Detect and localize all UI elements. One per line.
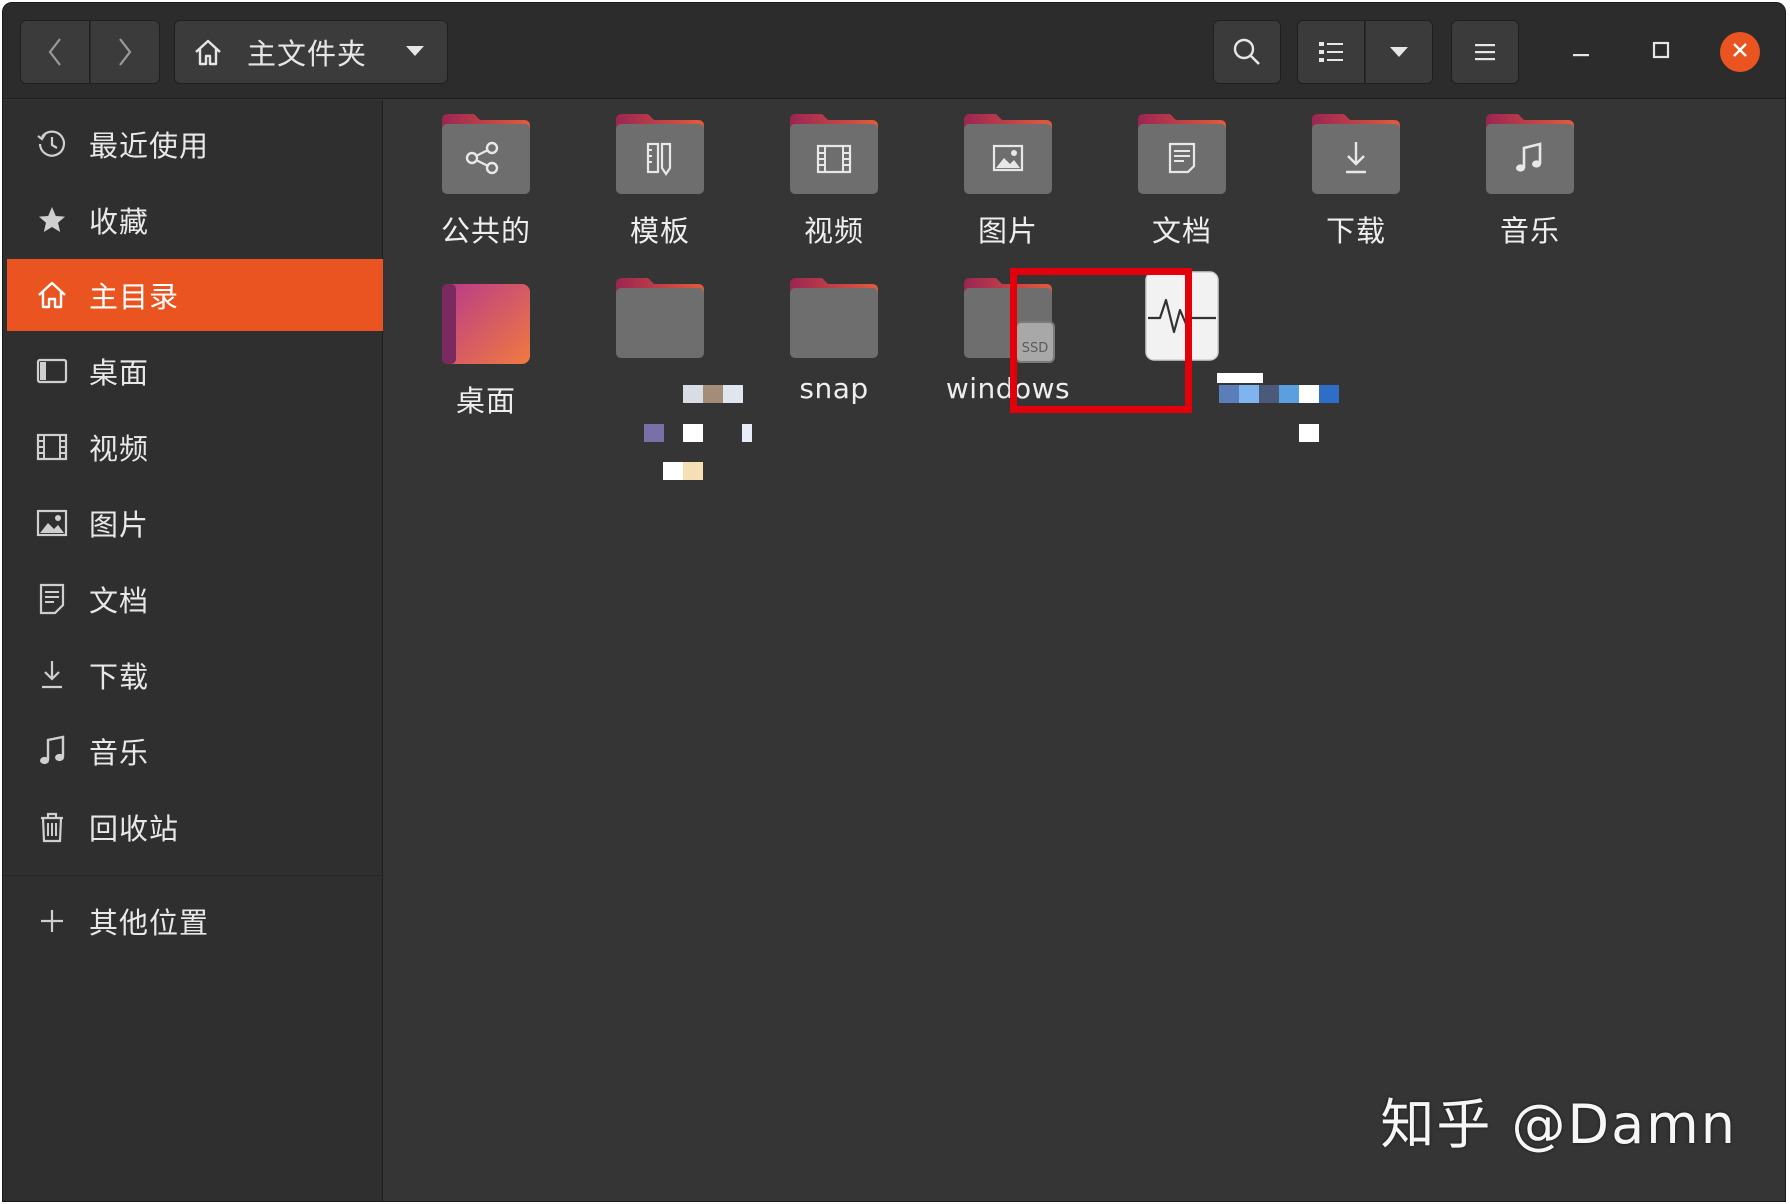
folder-pictures[interactable]: 图片 — [913, 106, 1103, 250]
sidebar-divider — [3, 875, 382, 876]
view-options-button[interactable] — [1365, 20, 1433, 84]
sidebar-item-label: 主目录 — [89, 280, 180, 314]
back-button[interactable] — [20, 20, 90, 84]
search-button[interactable] — [1213, 20, 1281, 84]
search-icon — [1232, 37, 1262, 67]
sidebar-item-label: 音乐 — [89, 736, 150, 770]
maximize-icon — [1651, 40, 1671, 64]
sidebar-item-label: 回收站 — [89, 812, 180, 846]
file-name: 模板 — [629, 214, 690, 248]
close-icon — [1731, 41, 1749, 63]
folder-music[interactable]: 音乐 — [1435, 106, 1625, 250]
plus-icon — [35, 904, 69, 938]
file-name: 文档 — [1151, 214, 1212, 248]
file-name: 桌面 — [455, 384, 516, 418]
list-view-button[interactable] — [1297, 20, 1365, 84]
file-name: 下载 — [1325, 214, 1386, 248]
sidebar-item-label: 下载 — [89, 660, 150, 694]
download-icon — [35, 658, 69, 692]
chevron-right-icon — [116, 37, 134, 67]
sidebar-item-label: 文档 — [89, 584, 150, 618]
hamburger-menu-icon — [1473, 41, 1497, 63]
sidebar-item-label: 最近使用 — [89, 129, 210, 163]
sidebar-item-recent[interactable]: 最近使用 — [7, 108, 383, 180]
sidebar-item-downloads[interactable]: 下载 — [7, 639, 383, 711]
minimize-icon — [1571, 40, 1591, 64]
file-name: 图片 — [977, 214, 1038, 248]
folder-icon — [786, 270, 882, 366]
download-folder-icon — [1308, 106, 1404, 202]
list-view-icon — [1318, 40, 1344, 64]
folder-snap[interactable]: snap — [739, 270, 929, 405]
main-menu-button[interactable] — [1451, 20, 1519, 84]
minimize-button[interactable] — [1561, 32, 1601, 72]
sidebar-item-label: 其他位置 — [89, 906, 210, 940]
highlight-box — [1010, 268, 1192, 413]
music-folder-icon — [1482, 106, 1578, 202]
path-bar-button[interactable]: 主文件夹 — [174, 20, 448, 84]
video-folder-icon — [786, 106, 882, 202]
document-folder-icon — [1134, 106, 1230, 202]
folder-unnamed[interactable] — [565, 270, 755, 372]
picture-icon — [35, 506, 69, 540]
watermark-text: 知乎 @Damn — [1380, 1093, 1737, 1156]
forward-button[interactable] — [90, 20, 160, 84]
sidebar-item-label: 收藏 — [89, 205, 150, 239]
file-name: snap — [799, 372, 869, 405]
sidebar-item-music[interactable]: 音乐 — [7, 715, 383, 787]
file-name: 音乐 — [1499, 214, 1560, 248]
trash-icon — [35, 810, 69, 844]
sidebar-item-home[interactable]: 主目录 — [7, 259, 383, 331]
document-icon — [35, 582, 69, 616]
desktop-folder-icon — [438, 276, 534, 372]
sidebar-item-pictures[interactable]: 图片 — [7, 487, 383, 559]
current-folder-label: 主文件夹 — [247, 37, 368, 71]
caret-down-icon — [405, 44, 425, 58]
sidebar-item-label: 图片 — [89, 508, 150, 542]
folder-downloads[interactable]: 下载 — [1261, 106, 1451, 250]
places-sidebar: 最近使用 收藏 主目录 桌面 视频 图片 文档 下载 音乐 回收站 其他位置 — [3, 100, 383, 1201]
file-name: 视频 — [803, 214, 864, 248]
folder-videos[interactable]: 视频 — [739, 106, 929, 250]
film-icon — [35, 430, 69, 464]
sidebar-item-documents[interactable]: 文档 — [7, 563, 383, 635]
chevron-left-icon — [46, 37, 64, 67]
folder-icon — [612, 270, 708, 366]
file-name: 公共的 — [440, 214, 531, 248]
maximize-button[interactable] — [1641, 32, 1681, 72]
sidebar-item-videos[interactable]: 视频 — [7, 411, 383, 483]
sidebar-item-label: 视频 — [89, 432, 150, 466]
music-note-icon — [35, 734, 69, 768]
folder-desktop[interactable]: 桌面 — [391, 276, 581, 420]
sidebar-item-desktop[interactable]: 桌面 — [7, 335, 383, 407]
file-view: 公共的 模板 视频 图片 文档 下载 音乐 桌面 snap SSD window… — [384, 100, 1785, 1201]
sidebar-item-other-locations[interactable]: 其他位置 — [7, 885, 383, 957]
desktop-icon — [35, 354, 69, 388]
folder-public[interactable]: 公共的 — [391, 106, 581, 250]
folder-documents[interactable]: 文档 — [1087, 106, 1277, 250]
close-button[interactable] — [1720, 32, 1760, 72]
file-manager-window: 主文件夹 最近使用 收藏 主目录 桌面 视频 图片 文档 下载 音乐 回收站 其… — [2, 2, 1786, 1202]
clock-icon — [35, 127, 69, 161]
share-folder-icon — [438, 106, 534, 202]
picture-folder-icon — [960, 106, 1056, 202]
sidebar-item-trash[interactable]: 回收站 — [7, 791, 383, 863]
sidebar-item-starred[interactable]: 收藏 — [7, 184, 383, 256]
home-icon — [35, 278, 69, 312]
caret-down-icon — [1389, 45, 1409, 59]
template-folder-icon — [612, 106, 708, 202]
sidebar-item-label: 桌面 — [89, 356, 150, 390]
header-bar: 主文件夹 — [3, 3, 1785, 99]
star-icon — [35, 203, 69, 237]
folder-templates[interactable]: 模板 — [565, 106, 755, 250]
home-icon — [193, 37, 223, 67]
